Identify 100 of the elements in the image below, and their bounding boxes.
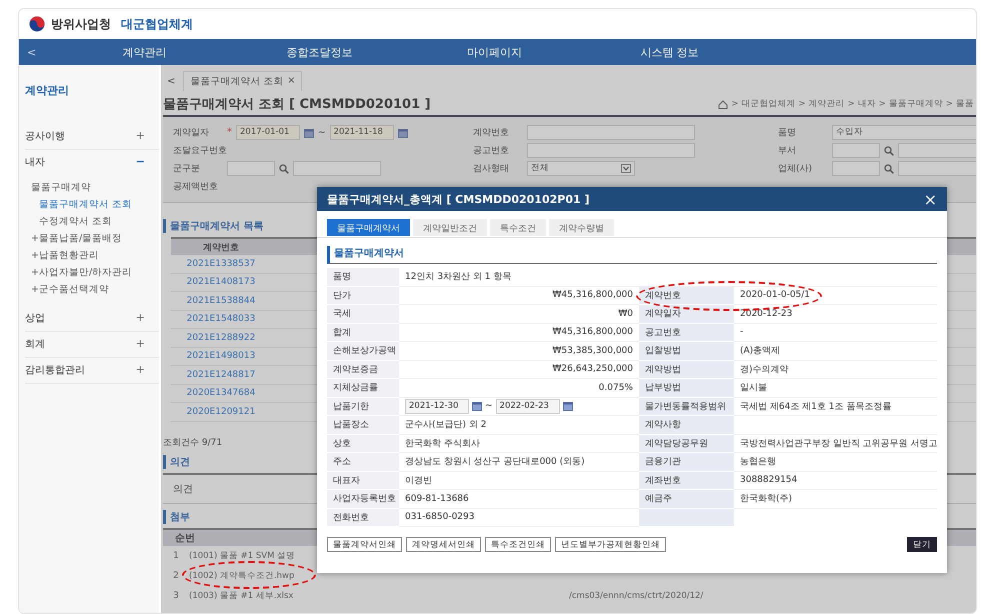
toggle-button[interactable]: + <box>136 129 145 143</box>
contract-number-link[interactable]: 2021E1548033 <box>171 314 271 324</box>
field-label: 군구분 <box>173 163 201 175</box>
column-header: 순번 <box>175 532 195 544</box>
date-field[interactable]: 2021-12-30 <box>405 398 469 414</box>
sidebar-item[interactable]: 회계 <box>25 337 45 351</box>
contract-number-link[interactable]: 2021E1338537 <box>171 258 271 269</box>
toggle-button[interactable]: − <box>136 155 145 169</box>
table-cell-text: 1 <box>172 550 180 560</box>
close-button[interactable]: 닫기 <box>907 537 937 552</box>
toggle-button[interactable]: + <box>136 337 145 351</box>
field-label: 검사형태 <box>473 163 510 175</box>
field-value: 609-81-13686 <box>405 494 469 504</box>
input-field[interactable]: 수입자 <box>832 125 976 140</box>
select-field[interactable]: 전체 <box>527 161 635 176</box>
print-button[interactable]: 물품계약서인쇄 <box>327 537 402 552</box>
sidebar-item[interactable]: 상업 <box>25 311 45 325</box>
field-label: 계약번호 <box>639 286 734 305</box>
breadcrumb-link[interactable]: 계약관리 <box>808 98 845 110</box>
close-icon[interactable]: × <box>287 75 296 88</box>
sidebar-item[interactable]: 수정계약서 조회 <box>25 213 159 230</box>
sidebar-item[interactable]: 물품구매계약서 조회 <box>25 196 159 213</box>
input-field[interactable] <box>527 143 695 158</box>
field-label: 단가 <box>327 286 399 305</box>
field-label: 납부방법 <box>639 379 734 398</box>
field-label: 예금주 <box>639 490 734 508</box>
contract-number-link[interactable]: 2020E1209121 <box>171 406 271 417</box>
file-link[interactable]: (1003) 물품 #1 세부.xlsx <box>189 590 569 602</box>
breadcrumb-link[interactable]: 물품구매계약 <box>888 98 943 110</box>
table-cell-text: 2 <box>172 570 180 580</box>
sidebar-item[interactable]: +납품현황관리 <box>25 247 159 264</box>
calendar-icon <box>472 401 482 412</box>
input-field[interactable] <box>227 161 275 176</box>
field-label: 공고번호 <box>639 324 734 342</box>
field-value: ₩45,316,800,000 <box>552 327 633 338</box>
contract-number-link[interactable]: 2021E1288922 <box>171 332 271 343</box>
page-tab[interactable]: 물품구매계약서 조회 × <box>183 71 302 91</box>
input-field[interactable] <box>832 161 880 176</box>
input-field[interactable] <box>898 143 976 158</box>
sidebar-item[interactable]: +물품납품/물품배정 <box>25 230 159 247</box>
print-button[interactable]: 년도별부가공제현황인쇄 <box>555 537 666 552</box>
field-label: 계약일자 <box>639 305 734 324</box>
contract-number-link[interactable]: 2021E1248817 <box>171 370 271 380</box>
field-label: 납품장소 <box>327 416 399 434</box>
tab[interactable]: 계약일반조건 <box>413 219 487 236</box>
input-field[interactable] <box>832 143 880 158</box>
nav-menu-item[interactable]: 종합조달정보 <box>232 44 407 60</box>
date-field[interactable]: 2022-02-23 <box>496 398 560 414</box>
contract-number-link[interactable]: 2020E1347684 <box>171 388 271 398</box>
sidebar-item[interactable]: 감리통합관리 <box>25 363 85 377</box>
sidebar-item[interactable]: +사업자불만/하자관리 <box>25 264 159 281</box>
dropdown-icon <box>621 164 631 173</box>
sidebar-item[interactable]: +군수품선택계약 <box>25 281 159 298</box>
field-value: 국세법 제64조 제1호 1조 품목조정률 <box>740 400 892 413</box>
print-button[interactable]: 특수조건인쇄 <box>485 537 551 552</box>
tab[interactable]: 물품구매계약서 <box>327 219 410 236</box>
input-field[interactable] <box>898 161 976 176</box>
back-button[interactable]: < <box>163 76 176 86</box>
field-value: 군수사(보급단) 외 2 <box>405 419 486 432</box>
contract-number-link[interactable]: 2021E1538844 <box>171 296 271 306</box>
nav-menu-item[interactable]: 마이페이지 <box>407 44 582 60</box>
field-value: - <box>740 327 744 338</box>
field-label: 품명 <box>327 268 399 286</box>
calendar-icon <box>304 128 314 138</box>
close-button[interactable]: × <box>924 190 937 208</box>
print-button[interactable]: 계약명세서인쇄 <box>406 537 481 552</box>
field-value: ₩0 <box>618 308 633 319</box>
breadcrumb-link[interactable]: 내자 <box>858 98 876 110</box>
nav-menu-item[interactable]: 계약관리 <box>57 44 232 60</box>
breadcrumb-link[interactable]: 대군협업체계 <box>742 98 796 110</box>
input-field[interactable] <box>527 125 695 140</box>
toggle-button[interactable]: + <box>136 311 145 325</box>
contract-number-link[interactable]: 2021E1498013 <box>171 351 271 362</box>
field-label: 사업자등록번호 <box>327 490 399 508</box>
toggle-button[interactable]: + <box>136 363 145 377</box>
field-label: 계약사항 <box>639 416 734 434</box>
tab[interactable]: 계약수량별 <box>549 219 614 236</box>
field-value: 3088829154 <box>740 475 798 486</box>
date-field[interactable]: 2017-01-01 <box>236 125 300 140</box>
sidebar-item[interactable]: 물품구매계약 <box>25 179 159 196</box>
nav-menu-item[interactable]: 시스템 정보 <box>582 44 757 60</box>
field-label: 상호 <box>327 434 399 453</box>
field-label: 입찰방법 <box>639 342 734 360</box>
back-button[interactable]: < <box>19 46 57 58</box>
search-icon <box>884 164 894 174</box>
tab[interactable]: 특수조건 <box>490 219 546 236</box>
sidebar-item[interactable]: 공사이행 <box>25 129 65 143</box>
breadcrumb-separator: > <box>878 99 886 109</box>
sidebar-item[interactable]: 내자 <box>25 155 45 169</box>
date-field[interactable]: 2021-11-18 <box>330 125 394 140</box>
input-field[interactable] <box>293 161 381 176</box>
system-name: 대군협업체계 <box>121 16 193 32</box>
field-label: 주소 <box>327 453 399 472</box>
contract-number-link[interactable]: 2021E1408173 <box>171 277 271 288</box>
home-icon <box>718 100 728 108</box>
field-label: 조달요구번호 <box>173 145 227 157</box>
file-link[interactable]: (1002) 계약특수조건.hwp <box>189 570 569 582</box>
field-label: 공제액번호 <box>173 181 219 193</box>
field-label: 대표자 <box>327 472 399 490</box>
breadcrumb-link[interactable]: 물품 <box>956 98 974 110</box>
